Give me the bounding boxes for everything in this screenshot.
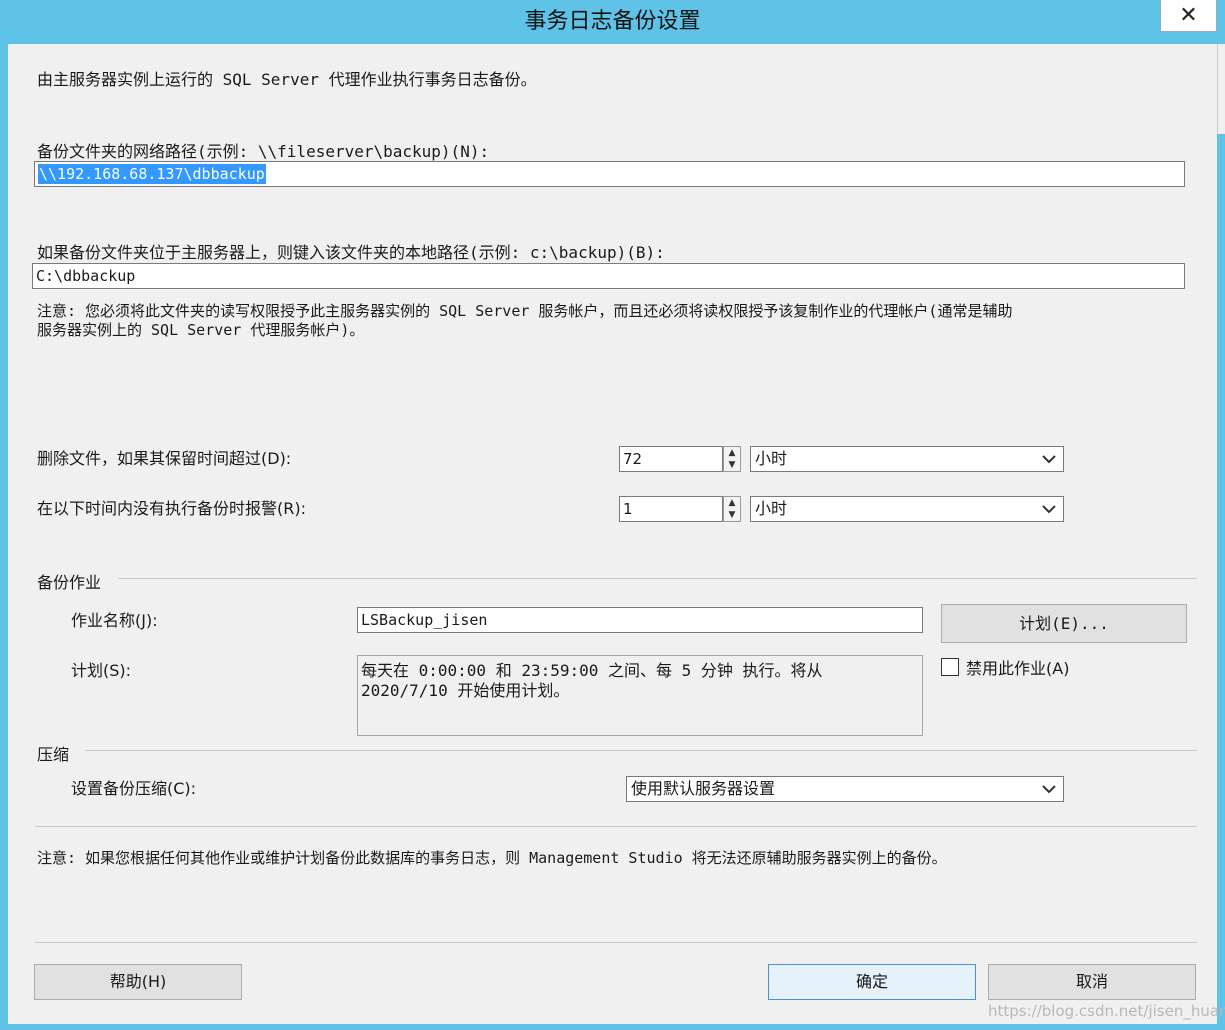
chevron-down-icon — [1042, 785, 1056, 794]
ok-button-label: 确定 — [855, 972, 888, 991]
schedule-description-box: 每天在 0:00:00 和 23:59:00 之间、每 5 分钟 执行。将从 2… — [357, 655, 923, 736]
schedule-label: 计划(S): — [71, 661, 132, 680]
delete-files-spinner[interactable]: ▲ ▼ — [723, 446, 741, 472]
divider — [35, 942, 1197, 943]
permissions-note-line2: 服务器实例上的 SQL Server 代理服务帐户)。 — [37, 321, 365, 339]
permissions-note-line1: 注意: 您必须将此文件夹的读写权限授予此主服务器实例的 SQL Server 服… — [37, 302, 1013, 320]
backup-job-group-label: 备份作业 — [37, 573, 102, 592]
schedule-description-line2: 2020/7/10 开始使用计划。 — [361, 681, 570, 700]
delete-files-label: 删除文件，如果其保留时间超过(D): — [37, 449, 292, 468]
alert-unit-select[interactable]: 小时 — [750, 496, 1064, 522]
title-bar[interactable]: 事务日志备份设置 ✕ — [0, 0, 1225, 44]
delete-files-value-input[interactable]: 72 — [619, 446, 723, 472]
management-studio-note: 注意: 如果您根据任何其他作业或维护计划备份此数据库的事务日志，则 Manage… — [37, 849, 947, 867]
delete-files-value: 72 — [623, 450, 643, 468]
dialog-title: 事务日志备份设置 — [524, 9, 701, 34]
network-path-label: 备份文件夹的网络路径(示例: \\fileserver\backup)(N): — [37, 142, 490, 161]
close-icon: ✕ — [1179, 3, 1198, 28]
local-path-label: 如果备份文件夹位于主服务器上，则键入该文件夹的本地路径(示例: c:\backu… — [37, 243, 665, 262]
job-name-input[interactable]: LSBackup_jisen — [357, 607, 923, 633]
chevron-down-icon — [1042, 505, 1056, 514]
compression-label: 设置备份压缩(C): — [71, 779, 197, 798]
spin-down-icon[interactable]: ▼ — [724, 509, 740, 521]
schedule-button-label: 计划(E)... — [1019, 614, 1109, 633]
dialog-window: 事务日志备份设置 ✕ 由主服务器实例上运行的 SQL Server 代理作业执行… — [0, 0, 1225, 1030]
spin-up-icon[interactable]: ▲ — [724, 447, 740, 459]
local-path-input[interactable]: C:\dbbackup — [32, 263, 1185, 289]
local-path-value: C:\dbbackup — [36, 267, 136, 285]
group-divider — [85, 750, 1197, 751]
help-button-label: 帮助(H) — [109, 972, 167, 991]
spin-down-icon[interactable]: ▼ — [724, 459, 740, 471]
compression-group-label: 压缩 — [37, 745, 70, 764]
divider — [35, 826, 1197, 827]
network-path-input[interactable]: \\192.168.68.137\dbbackup — [34, 161, 1185, 187]
delete-files-unit-select[interactable]: 小时 — [750, 446, 1064, 472]
cancel-button[interactable]: 取消 — [988, 964, 1196, 1000]
help-button[interactable]: 帮助(H) — [34, 964, 242, 1000]
alert-spinner[interactable]: ▲ ▼ — [723, 496, 741, 522]
dialog-body: 由主服务器实例上运行的 SQL Server 代理作业执行事务日志备份。 备份文… — [8, 44, 1217, 1024]
compression-select[interactable]: 使用默认服务器设置 — [626, 776, 1064, 802]
close-button[interactable]: ✕ — [1160, 0, 1217, 32]
job-name-label: 作业名称(J): — [71, 611, 158, 630]
watermark: https://blog.csdn.net/jisen_huang — [988, 1002, 1225, 1020]
chevron-down-icon — [1042, 455, 1056, 464]
ok-button[interactable]: 确定 — [768, 964, 976, 1000]
intro-text: 由主服务器实例上运行的 SQL Server 代理作业执行事务日志备份。 — [37, 70, 537, 89]
spin-up-icon[interactable]: ▲ — [724, 497, 740, 509]
alert-value-input[interactable]: 1 — [619, 496, 723, 522]
job-name-value: LSBackup_jisen — [361, 611, 488, 629]
alert-unit: 小时 — [755, 499, 788, 518]
network-path-value: \\192.168.68.137\dbbackup — [38, 164, 266, 184]
compression-value: 使用默认服务器设置 — [631, 779, 776, 798]
schedule-button[interactable]: 计划(E)... — [941, 604, 1187, 643]
disable-job-checkbox[interactable] — [941, 658, 959, 676]
cancel-button-label: 取消 — [1075, 972, 1108, 991]
group-divider — [118, 578, 1197, 579]
disable-job-label[interactable]: 禁用此作业(A) — [966, 655, 1069, 679]
alert-label: 在以下时间内没有执行备份时报警(R): — [37, 499, 306, 518]
alert-value: 1 — [623, 500, 633, 518]
delete-files-unit: 小时 — [755, 449, 788, 468]
background-scrollbar — [1217, 44, 1225, 134]
